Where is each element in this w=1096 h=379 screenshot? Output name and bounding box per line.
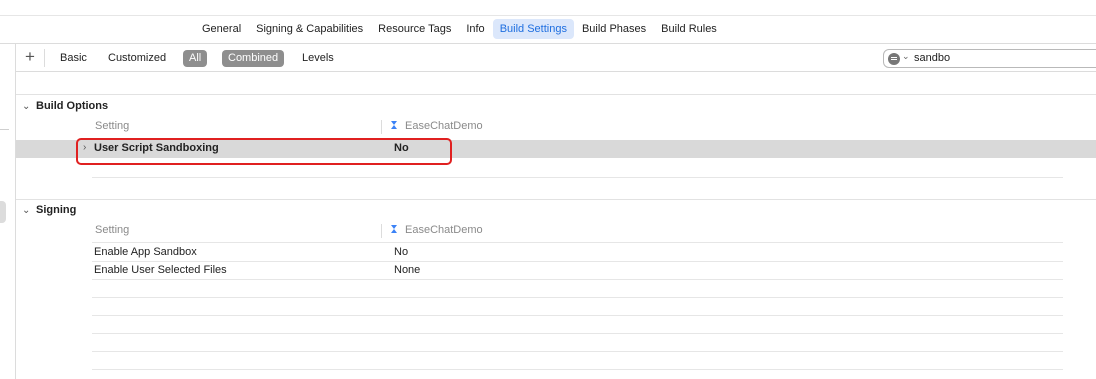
tab-general[interactable]: General bbox=[195, 19, 248, 39]
highlight-box bbox=[76, 138, 452, 165]
filter-customized-button[interactable]: Customized bbox=[102, 50, 172, 67]
setting-value[interactable]: None bbox=[394, 264, 420, 276]
filter-basic-button[interactable]: Basic bbox=[54, 50, 93, 67]
section-title: Signing bbox=[36, 204, 77, 216]
search-input[interactable]: sandbo bbox=[914, 52, 950, 64]
setting-name: Enable User Selected Files bbox=[94, 264, 227, 276]
section-build-options[interactable]: ⌄ Build Options bbox=[22, 100, 108, 112]
tab-build-settings[interactable]: Build Settings bbox=[492, 19, 574, 39]
row-divider bbox=[92, 297, 1063, 298]
setting-value[interactable]: No bbox=[394, 246, 408, 258]
chevron-down-icon[interactable]: ⌄ bbox=[22, 205, 32, 216]
xcode-target-icon bbox=[391, 225, 397, 233]
setting-row[interactable]: Enable App Sandbox No bbox=[16, 244, 1096, 262]
tab-build-phases[interactable]: Build Phases bbox=[575, 19, 653, 39]
target-name: EaseChatDemo bbox=[405, 224, 483, 236]
section-title: Build Options bbox=[36, 100, 109, 112]
tab-signing-capabilities[interactable]: Signing & Capabilities bbox=[249, 19, 370, 39]
editor-tab-bar: General Signing & Capabilities Resource … bbox=[0, 0, 1096, 44]
filter-levels-button[interactable]: Levels bbox=[296, 50, 340, 67]
tab-build-rules[interactable]: Build Rules bbox=[654, 19, 724, 39]
section-divider bbox=[16, 199, 1096, 200]
setting-name: Enable App Sandbox bbox=[94, 246, 197, 258]
filter-combined-button[interactable]: Combined bbox=[222, 50, 285, 67]
row-divider bbox=[92, 369, 1063, 370]
column-header-setting: Setting bbox=[95, 224, 130, 236]
add-setting-button[interactable]: + bbox=[25, 47, 35, 67]
sidebar-divider bbox=[0, 129, 9, 130]
column-header-setting: Setting bbox=[95, 120, 130, 132]
chevron-down-icon[interactable]: ⌄ bbox=[902, 51, 910, 62]
setting-row[interactable]: Enable User Selected Files None bbox=[16, 262, 1096, 280]
tabs: General Signing & Capabilities Resource … bbox=[195, 19, 725, 39]
xcode-target-icon bbox=[391, 121, 397, 129]
tab-resource-tags[interactable]: Resource Tags bbox=[371, 19, 458, 39]
top-divider bbox=[0, 15, 1096, 16]
chevron-down-icon[interactable]: ⌄ bbox=[22, 101, 32, 112]
column-header-target: EaseChatDemo bbox=[389, 120, 483, 132]
target-name: EaseChatDemo bbox=[405, 120, 483, 132]
filter-divider bbox=[44, 49, 45, 67]
search-filter-icon[interactable] bbox=[888, 53, 900, 65]
row-divider bbox=[92, 315, 1063, 316]
row-divider bbox=[92, 351, 1063, 352]
section-divider bbox=[16, 94, 1096, 95]
tab-info[interactable]: Info bbox=[459, 19, 491, 39]
search-field[interactable]: ⌄ sandbo bbox=[883, 49, 1096, 68]
row-divider bbox=[92, 279, 1063, 280]
row-divider bbox=[92, 242, 1063, 243]
section-signing[interactable]: ⌄ Signing bbox=[22, 204, 76, 216]
row-divider bbox=[92, 333, 1063, 334]
column-separator bbox=[381, 224, 382, 238]
filter-all-button[interactable]: All bbox=[183, 50, 208, 67]
column-header-target: EaseChatDemo bbox=[389, 224, 483, 236]
row-divider bbox=[92, 177, 1063, 178]
targets-sidebar-edge bbox=[0, 44, 16, 379]
sidebar-selected-item[interactable] bbox=[0, 201, 6, 223]
column-separator bbox=[381, 120, 382, 134]
build-settings-filter-bar: + Basic Customized All Combined Levels ⌄… bbox=[16, 45, 1096, 72]
